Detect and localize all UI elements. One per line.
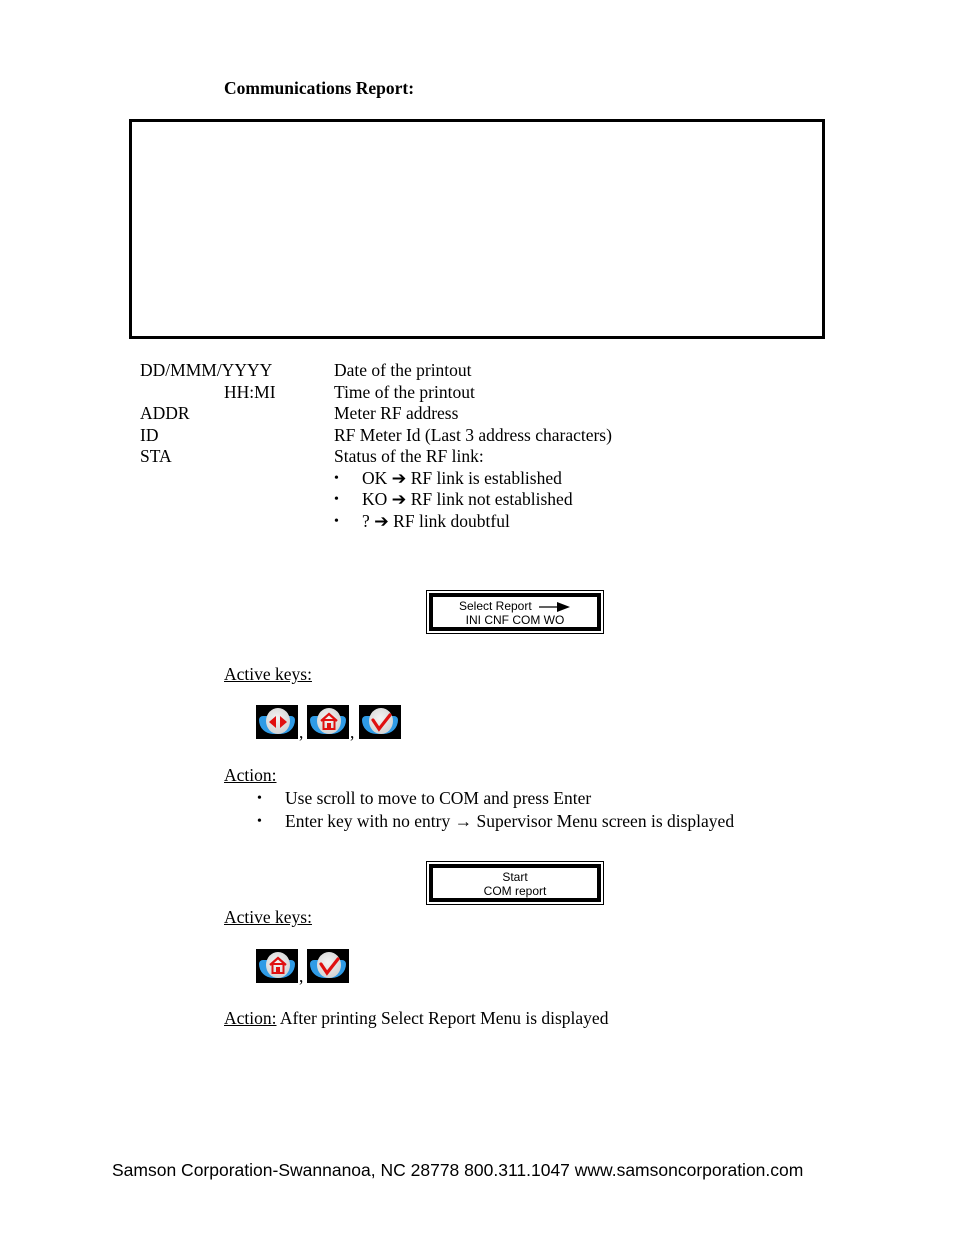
action-text: Enter key with no entry → Supervisor Men… — [285, 811, 735, 831]
final-action: Action: After printing Select Report Men… — [224, 1008, 608, 1030]
enter-key-icon[interactable] — [359, 705, 401, 739]
action-label: Action: — [224, 765, 277, 785]
definition-term: STA — [140, 446, 172, 466]
definition-term: HH:MI — [224, 381, 276, 402]
definition-row: DD/MMM/YYYY Date of the printout — [0, 360, 600, 382]
home-key-icon[interactable] — [307, 705, 349, 739]
action-label: Action: — [224, 1008, 277, 1028]
home-key-icon[interactable] — [256, 949, 298, 983]
definition-desc: Meter RF address — [334, 403, 459, 423]
lcd-screen-start-com: Start COM report — [426, 861, 604, 905]
status-text: OK ➔ RF link is established — [362, 467, 562, 488]
definition-row: HH:MI Time of the printout — [0, 382, 600, 404]
right-arrow-icon — [539, 601, 571, 612]
action-text: After printing Select Report Menu is dis… — [276, 1008, 609, 1028]
footer: Samson Corporation-Swannanoa, NC 28778 8… — [112, 1160, 804, 1180]
lcd-line-1: Select Report — [433, 599, 597, 613]
lcd-screen-select-report: Select Report INI CNF COM WO — [426, 590, 604, 634]
action-text: Use scroll to move to COM and press Ente… — [285, 788, 592, 808]
definition-desc: Time of the printout — [334, 381, 475, 402]
separator: , — [299, 722, 304, 742]
lcd-text: Select Report — [458, 599, 532, 613]
definition-row: ADDR Meter RF address — [0, 403, 600, 425]
lcd-line-2: INI CNF COM WO — [465, 613, 565, 627]
section-title: Communications Report: — [224, 78, 415, 98]
separator: , — [299, 966, 304, 986]
lcd-line-2: COM report — [483, 884, 547, 898]
definition-term: ID — [140, 424, 159, 445]
bullet-dot: • — [334, 492, 339, 507]
definition-row: STA Status of the RF link: — [0, 446, 600, 468]
bullet-dot: • — [257, 791, 262, 806]
bullet-dot: • — [334, 513, 339, 529]
status-text: KO ➔ RF link not established — [362, 489, 573, 509]
bullet-dot: • — [334, 470, 339, 486]
definition-desc: Date of the printout — [334, 360, 472, 380]
definition-desc: RF Meter Id (Last 3 address characters) — [334, 424, 612, 445]
definition-term: DD/MMM/YYYY — [140, 360, 273, 380]
active-keys-label: Active keys: — [224, 664, 312, 684]
bullet-dot: • — [257, 814, 262, 829]
separator: , — [350, 722, 355, 742]
enter-key-icon[interactable] — [307, 949, 349, 983]
active-keys-label: Active keys: — [224, 907, 312, 927]
definition-term: ADDR — [140, 403, 190, 423]
definition-row: ID RF Meter Id (Last 3 address character… — [0, 424, 612, 447]
status-text: ? ➔ RF link doubtful — [362, 510, 510, 531]
definition-desc: Status of the RF link: — [334, 446, 484, 466]
report-frame — [129, 119, 825, 339]
lcd-line-1: Start — [502, 870, 528, 884]
scroll-key-icon[interactable] — [256, 705, 298, 739]
